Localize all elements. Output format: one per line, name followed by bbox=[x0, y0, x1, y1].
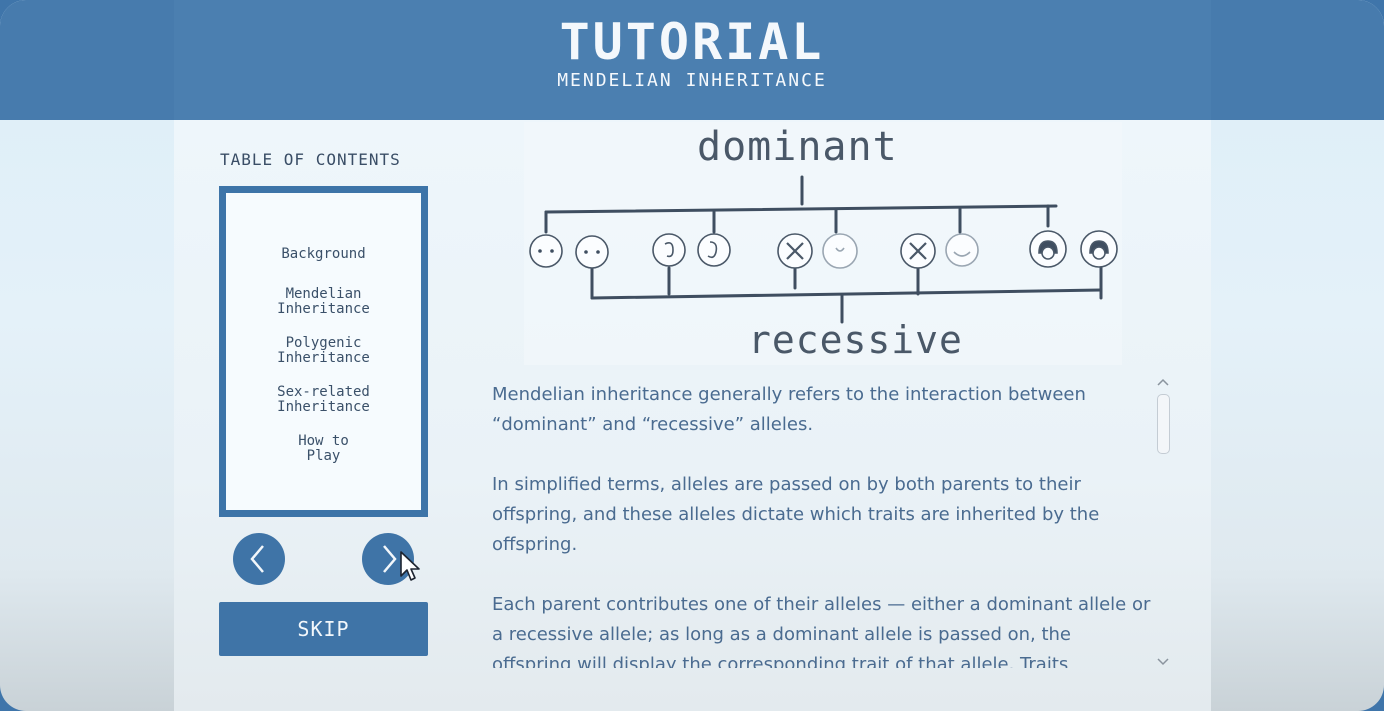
toc-item-label: Inheritance bbox=[277, 350, 370, 366]
toc-item-how-to-play[interactable]: How to Play bbox=[226, 434, 421, 464]
paragraph: Each parent contributes one of their all… bbox=[492, 594, 1151, 668]
paragraph: Mendelian inheritance generally refers t… bbox=[492, 384, 1086, 435]
page-subtitle: MENDELIAN INHERITANCE bbox=[557, 70, 827, 91]
toc-item-label: Background bbox=[281, 246, 366, 262]
toc-item-label: Play bbox=[306, 448, 341, 464]
diagram-label-recessive: recessive bbox=[748, 318, 963, 362]
mouse-cursor-icon bbox=[400, 551, 420, 581]
toc-item-label: Polygenic bbox=[285, 335, 362, 351]
scroll-up-icon[interactable] bbox=[1153, 374, 1173, 390]
tutorial-text: Mendelian inheritance generally refers t… bbox=[492, 380, 1152, 668]
toc-item-label: Sex-related bbox=[277, 384, 370, 400]
toc-item-mendelian-inheritance[interactable]: Mendelian Inheritance bbox=[226, 287, 421, 317]
scroll-down-icon[interactable] bbox=[1153, 654, 1173, 670]
toc-item-sex-related-inheritance[interactable]: Sex-related Inheritance bbox=[226, 385, 421, 415]
paragraph: In simplified terms, alleles are passed … bbox=[492, 474, 1100, 555]
toc-item-label: Inheritance bbox=[277, 301, 370, 317]
toc-item-polygenic-inheritance[interactable]: Polygenic Inheritance bbox=[226, 336, 421, 366]
toc-item-label: How to bbox=[298, 433, 349, 449]
diagram-label-dominant: dominant bbox=[697, 124, 898, 170]
toc-item-label: Inheritance bbox=[277, 399, 370, 415]
text-scrollbar[interactable] bbox=[1153, 374, 1173, 670]
toc-item-label: Mendelian bbox=[285, 286, 362, 302]
toc-item-background[interactable]: Background bbox=[226, 247, 421, 262]
toc-list: Background Mendelian Inheritance Polygen… bbox=[219, 186, 428, 517]
app-window: TUTORIAL MENDELIAN INHERITANCE TABLE OF … bbox=[0, 0, 1384, 711]
prev-button[interactable] bbox=[233, 533, 285, 585]
toc-title: TABLE OF CONTENTS bbox=[220, 150, 401, 169]
scrollbar-thumb[interactable] bbox=[1157, 394, 1170, 454]
chevron-left-icon bbox=[250, 545, 264, 573]
skip-button[interactable]: SKIP bbox=[219, 602, 428, 656]
page-title: TUTORIAL bbox=[559, 13, 825, 71]
